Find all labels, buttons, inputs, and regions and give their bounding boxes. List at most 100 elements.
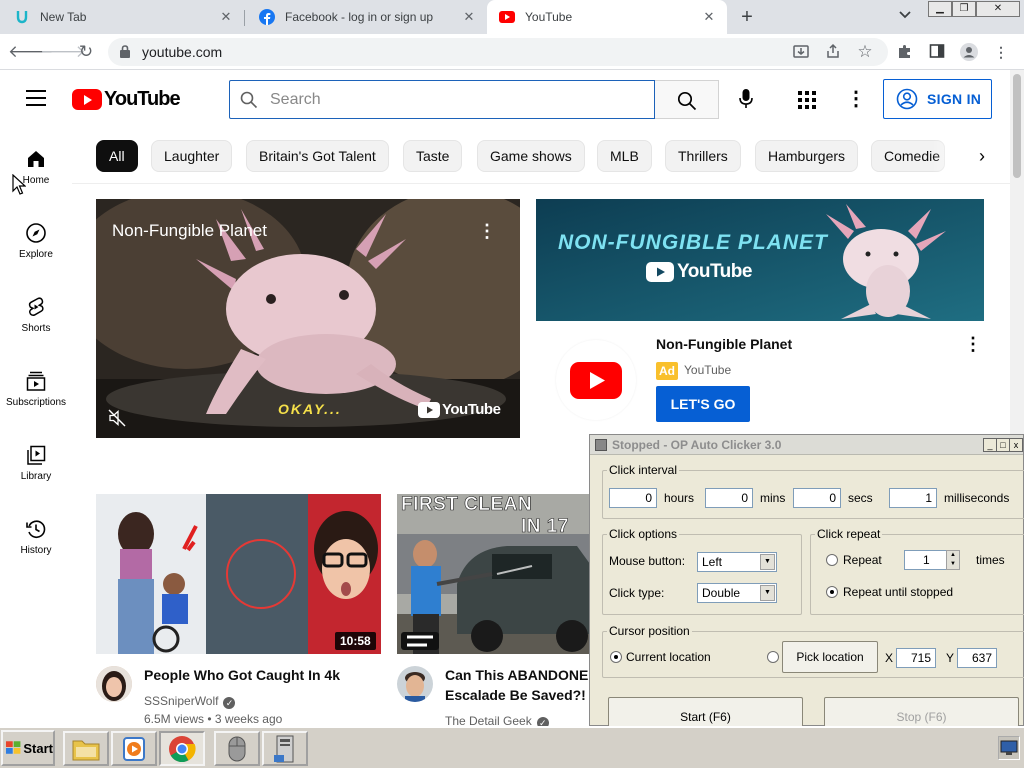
repeat-radio[interactable] xyxy=(826,554,838,566)
video-title-line[interactable]: Can This ABANDONED xyxy=(445,665,606,685)
settings-kebab-icon[interactable]: ⋮ xyxy=(846,88,866,110)
chip-britains-got-talent[interactable]: Britain's Got Talent xyxy=(246,140,389,172)
x-coordinate-input[interactable]: 715 xyxy=(896,648,936,668)
voice-search-button[interactable] xyxy=(730,83,762,115)
video-channel[interactable]: SSSniperWolf ✓ xyxy=(144,693,236,709)
chip-mlb[interactable]: MLB xyxy=(597,140,652,172)
hours-input[interactable]: 0 xyxy=(609,488,657,508)
video-title[interactable]: People Who Got Caught In 4k xyxy=(144,665,340,685)
share-icon[interactable] xyxy=(824,43,842,61)
ad-companion-banner[interactable]: NON-FUNGIBLE PLANET YouTube xyxy=(536,199,984,321)
sign-in-button[interactable]: SIGN IN xyxy=(883,79,992,119)
video-thumbnail[interactable]: FIRST CLEAN IN 17 xyxy=(397,494,590,654)
hamburger-menu-icon[interactable] xyxy=(26,90,46,106)
current-location-label[interactable]: Current location xyxy=(626,650,711,664)
ad-video-kebab-icon[interactable]: ⋮ xyxy=(478,221,496,241)
taskbar-chrome[interactable] xyxy=(159,731,205,766)
start-button[interactable]: Start xyxy=(1,730,55,766)
taskbar-mouse-app[interactable] xyxy=(214,731,260,766)
taskbar-file-explorer[interactable] xyxy=(63,731,109,766)
chip-thrillers[interactable]: Thrillers xyxy=(665,140,741,172)
maximize-window-icon[interactable]: □ xyxy=(996,438,1010,452)
profile-avatar-icon[interactable] xyxy=(960,43,978,61)
video-title-line[interactable]: Escalade Be Saved?! | T xyxy=(445,685,606,705)
chip-taste[interactable]: Taste xyxy=(403,140,463,172)
repeat-until-stopped-label[interactable]: Repeat until stopped xyxy=(843,585,953,599)
apps-grid-icon[interactable] xyxy=(797,90,817,110)
repeat-label[interactable]: Repeat xyxy=(843,553,882,567)
channel-avatar[interactable] xyxy=(96,666,132,702)
taskbar-system-tool[interactable] xyxy=(262,731,308,766)
back-arrow-icon[interactable]: 🡐 xyxy=(8,39,54,65)
repeat-count-input[interactable]: 1 xyxy=(904,550,948,570)
stop-button[interactable]: Stop (F6) xyxy=(824,697,1019,727)
ad-cta-button[interactable]: LET'S GO xyxy=(656,386,750,422)
tab-search-chevron-icon[interactable] xyxy=(896,8,914,26)
channel-avatar-image xyxy=(397,666,433,702)
dropdown-arrow-icon[interactable]: ▼ xyxy=(760,585,775,601)
url-text[interactable]: youtube.com xyxy=(142,44,222,60)
close-window-icon[interactable]: x xyxy=(1009,438,1023,452)
repeat-until-stopped-radio[interactable] xyxy=(826,586,838,598)
guide-item-explore[interactable]: Explore xyxy=(0,222,72,282)
chip-laughter[interactable]: Laughter xyxy=(151,140,233,172)
side-panel-icon[interactable] xyxy=(928,43,946,61)
dropdown-arrow-icon[interactable]: ▼ xyxy=(760,554,775,570)
guide-item-subscriptions[interactable]: Subscriptions xyxy=(0,370,72,430)
tab-facebook[interactable]: Facebook - log in or sign up ✕ xyxy=(245,0,487,34)
close-tab-icon[interactable]: ✕ xyxy=(701,9,717,25)
minimize-window-icon[interactable]: ▁ xyxy=(928,1,952,17)
install-app-icon[interactable] xyxy=(792,43,810,61)
tab-youtube[interactable]: YouTube ✕ xyxy=(487,0,727,34)
ad-video-player[interactable]: Non-Fungible Planet ⋮ OKAY... YouTube xyxy=(96,199,520,438)
mins-input[interactable]: 0 xyxy=(705,488,753,508)
lock-icon[interactable] xyxy=(120,45,130,58)
start-button[interactable]: Start (F6) xyxy=(608,697,803,727)
chips-next-chevron-icon[interactable]: › xyxy=(967,140,997,172)
bookmark-star-icon[interactable]: ☆ xyxy=(856,43,874,61)
close-tab-icon[interactable]: ✕ xyxy=(218,9,234,25)
pick-location-button[interactable]: Pick location xyxy=(782,641,878,673)
close-window-icon[interactable]: ✕ xyxy=(976,1,1020,17)
channel-name[interactable]: SSSniperWolf xyxy=(144,694,218,708)
chip-all[interactable]: All xyxy=(96,140,138,172)
search-button[interactable] xyxy=(655,80,719,119)
ad-title[interactable]: Non-Fungible Planet xyxy=(656,336,792,352)
minimize-window-icon[interactable]: _ xyxy=(983,438,997,452)
extensions-puzzle-icon[interactable] xyxy=(896,43,914,61)
close-tab-icon[interactable]: ✕ xyxy=(461,9,477,25)
mouse-button-select[interactable]: Left ▼ xyxy=(697,552,777,572)
current-location-radio[interactable] xyxy=(610,651,622,663)
scrollbar-thumb[interactable] xyxy=(1013,74,1021,178)
auto-clicker-titlebar[interactable]: Stopped - OP Auto Clicker 3.0 _ □ x xyxy=(590,435,1023,455)
tab-new-tab[interactable]: New Tab ✕ xyxy=(0,0,244,34)
guide-item-library[interactable]: Library xyxy=(0,444,72,504)
ad-kebab-icon[interactable]: ⋮ xyxy=(964,334,982,354)
new-tab-plus-icon[interactable]: + xyxy=(736,6,758,28)
browser-menu-kebab-icon[interactable]: ⋮ xyxy=(992,43,1010,61)
y-coordinate-input[interactable]: 637 xyxy=(957,648,997,668)
ad-channel-logo[interactable] xyxy=(556,340,636,420)
click-type-select[interactable]: Double ▼ xyxy=(697,583,777,603)
chip-game-shows[interactable]: Game shows xyxy=(477,140,585,172)
reload-icon[interactable]: ↻ xyxy=(73,39,99,65)
video-title[interactable]: Can This ABANDONED Escalade Be Saved?! |… xyxy=(445,665,606,705)
guide-item-home[interactable]: Home xyxy=(0,148,72,208)
taskbar-media-player[interactable] xyxy=(111,731,157,766)
mute-icon[interactable] xyxy=(108,409,126,427)
milliseconds-input[interactable]: 1 xyxy=(889,488,937,508)
restore-window-icon[interactable]: ❐ xyxy=(952,1,976,17)
pick-location-radio[interactable] xyxy=(767,651,779,663)
channel-avatar[interactable] xyxy=(397,666,433,702)
forward-arrow-icon[interactable]: 🡒 xyxy=(40,39,86,65)
youtube-logo[interactable]: YouTube xyxy=(72,88,181,110)
repeat-count-spinner[interactable]: ▲ ▼ xyxy=(946,550,960,570)
search-input[interactable] xyxy=(229,80,655,119)
address-bar[interactable]: youtube.com xyxy=(108,38,888,66)
guide-item-shorts[interactable]: Shorts xyxy=(0,296,72,356)
tray-monitor-icon[interactable] xyxy=(998,736,1020,760)
video-thumbnail[interactable]: 10:58 xyxy=(96,494,381,654)
secs-input[interactable]: 0 xyxy=(793,488,841,508)
chip-hamburgers[interactable]: Hamburgers xyxy=(755,140,859,172)
guide-item-history[interactable]: History xyxy=(0,518,72,578)
